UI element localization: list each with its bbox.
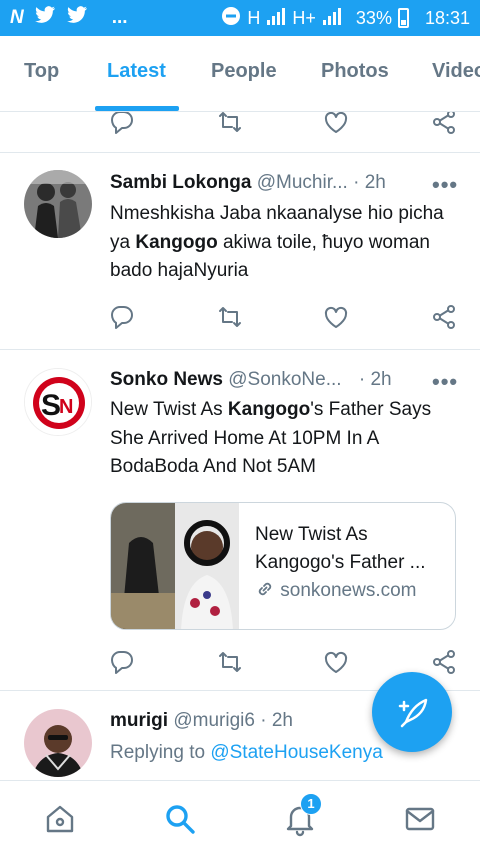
tweet-actions — [0, 112, 480, 138]
author-handle[interactable]: @Muchir... — [257, 172, 348, 193]
share-icon[interactable] — [430, 112, 458, 136]
author-name[interactable]: Sambi Lokonga — [110, 172, 251, 193]
battery-icon — [397, 8, 409, 28]
author-name[interactable]: murigi — [110, 710, 168, 731]
share-icon[interactable] — [430, 648, 458, 676]
retweet-icon[interactable] — [216, 648, 244, 676]
avatar[interactable] — [24, 170, 92, 238]
tweet[interactable]: Sambi Lokonga @Muchir... · 2h ••• Nmeshk… — [0, 153, 480, 349]
more-options-icon[interactable]: ••• — [432, 172, 458, 198]
messages-envelope-icon[interactable] — [402, 801, 438, 837]
signal-icon-2 — [322, 7, 342, 30]
battery-percent: 33% — [355, 7, 392, 28]
share-icon[interactable] — [430, 303, 458, 331]
notification-count-badge: 1 — [300, 793, 322, 815]
tab-videos[interactable]: Videos — [432, 60, 480, 83]
home-icon[interactable] — [42, 801, 78, 837]
author-name[interactable]: Sonko News — [110, 369, 223, 390]
app-n-icon: N — [10, 7, 24, 28]
search-tabs: Top Latest People Photos Videos — [0, 36, 480, 112]
link-card-thumbnail — [111, 503, 239, 629]
twitter-notification-icon — [66, 6, 88, 30]
like-icon[interactable] — [322, 303, 350, 331]
tab-latest[interactable]: Latest — [107, 60, 166, 83]
highlighted-search-term: Kangogo — [227, 399, 311, 420]
network-type: H — [247, 7, 261, 28]
clock: 18:31 — [424, 7, 470, 28]
author-handle[interactable]: @murigi6 — [173, 710, 255, 731]
tab-top[interactable]: Top — [24, 60, 59, 83]
link-domain-text: sonkonews.com — [280, 580, 417, 601]
tweet-time: · 2h — [353, 172, 386, 193]
reply-to-handle[interactable]: @StateHouseKenya — [210, 742, 382, 763]
tweet-text: Nmeshkisha Jaba nkaanalyse hio picha ya … — [110, 200, 460, 286]
status-right: H H+ 33% 18:31 — [221, 6, 470, 31]
tweet-header: Sambi Lokonga @Muchir... · 2h — [110, 172, 386, 194]
like-icon[interactable] — [322, 648, 350, 676]
compose-tweet-button[interactable] — [372, 672, 452, 752]
retweet-icon[interactable] — [216, 303, 244, 331]
status-left-icons: N ... — [10, 6, 128, 30]
tweet-text: New Twist As Kangogo's Father Says She A… — [110, 396, 460, 482]
tweet-header: murigi @murigi6 · 2h — [110, 710, 293, 732]
tweet[interactable]: S N Sonko News @SonkoNe... · 2h ••• New … — [0, 350, 480, 690]
link-card-domain: sonkonews.com — [255, 577, 445, 605]
link-card-text: New Twist As Kangogo's Father ... sonkon… — [255, 521, 445, 605]
reply-prefix: Replying to — [110, 742, 206, 763]
reply-icon[interactable] — [108, 303, 136, 331]
compose-feather-icon — [398, 698, 428, 728]
svg-text:S: S — [41, 389, 61, 422]
author-handle[interactable]: @SonkoNe... — [228, 369, 341, 390]
link-card-title: New Twist As Kangogo's Father ... — [255, 524, 426, 573]
retweet-icon[interactable] — [216, 112, 244, 136]
svg-text:N: N — [59, 396, 73, 418]
network-type-2: H+ — [292, 7, 316, 28]
link-icon — [258, 582, 272, 596]
bottom-nav: 1 — [0, 780, 480, 854]
more-options-icon[interactable]: ••• — [432, 369, 458, 395]
tab-photos[interactable]: Photos — [321, 60, 389, 83]
highlighted-search-term: Kangogo — [135, 231, 218, 253]
status-bar: N ... H H+ 33% 18:31 — [0, 0, 480, 36]
tweet-actions — [0, 303, 480, 333]
search-icon[interactable] — [162, 801, 198, 837]
signal-icon — [266, 7, 286, 30]
tweet-time: · 2h — [260, 710, 293, 731]
more-notifications-icon: ... — [111, 7, 128, 28]
do-not-disturb-icon — [221, 6, 241, 31]
avatar[interactable]: S N — [24, 368, 92, 436]
twitter-notification-icon — [34, 6, 56, 30]
active-tab-indicator — [95, 106, 179, 111]
avatar[interactable] — [24, 709, 92, 777]
reply-icon[interactable] — [108, 112, 136, 136]
link-card[interactable]: New Twist As Kangogo's Father ... sonkon… — [110, 502, 456, 630]
tweet-header: Sonko News @SonkoNe... · 2h — [110, 369, 392, 391]
tweet-time: · 2h — [358, 369, 392, 390]
reply-icon[interactable] — [108, 648, 136, 676]
tweet-text-part: New Twist As — [110, 399, 228, 420]
like-icon[interactable] — [322, 112, 350, 136]
tab-people[interactable]: People — [211, 60, 277, 83]
